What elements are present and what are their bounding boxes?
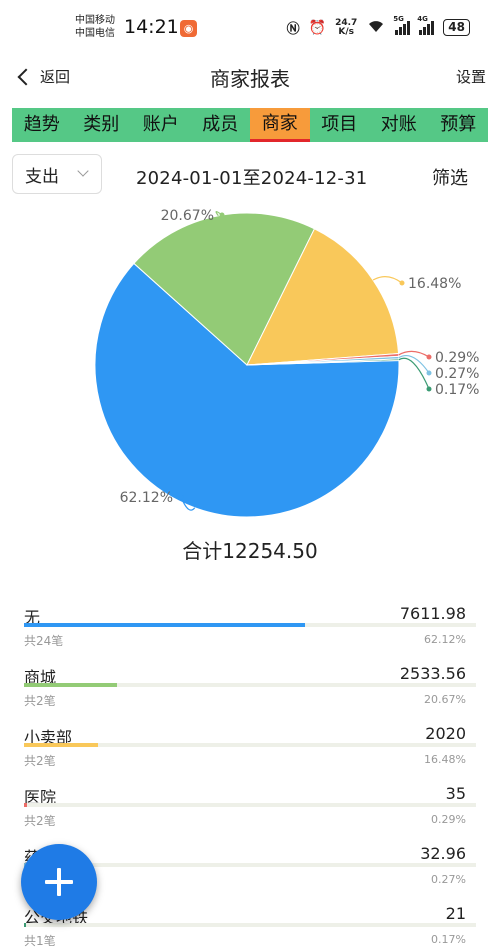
carrier-info: 中国移动 中国电信 <box>75 14 115 40</box>
pie-label-dot <box>399 280 405 286</box>
carrier-2: 中国电信 <box>75 28 115 39</box>
pie-percent-label: 20.67% <box>161 208 214 224</box>
net-speed: 24.7 K/s <box>335 18 357 37</box>
app-notification-icon: ◉ <box>180 20 197 37</box>
record-count: 共2笔 <box>24 754 56 768</box>
list-item[interactable]: 小卖部 2020 共2笔 16.48% <box>0 718 500 778</box>
tab-reconcile[interactable]: 对账 <box>369 108 429 142</box>
merchant-percent: 62.12% <box>424 633 466 646</box>
pie-chart-svg: 62.12% 20.67% 16.48% 0.29%0.27%0.17% <box>94 208 479 518</box>
merchant-amount: 35 <box>445 784 466 803</box>
merchant-amount: 21 <box>445 904 466 923</box>
merchant-amount: 7611.98 <box>399 604 466 623</box>
navbar: 返回 商家报表 设置 <box>0 56 500 100</box>
list-item[interactable]: 商城 2533.56 共2笔 20.67% <box>0 658 500 718</box>
status-bar: 中国移动 中国电信 14:21 ◉ Ⓝ ⏰ 24.7 K/s 5G 4G 48 <box>0 0 500 56</box>
pie-percent-label: 0.27% <box>435 366 479 382</box>
list-item[interactable]: 无 7611.98 共24笔 62.12% <box>0 598 500 658</box>
add-record-button[interactable] <box>21 844 97 920</box>
merchant-percent: 0.27% <box>431 873 466 886</box>
status-icons: Ⓝ ⏰ 24.7 K/s 5G 4G 48 <box>286 15 470 37</box>
pie-percent-label: 62.12% <box>120 490 173 506</box>
merchant-amount: 2020 <box>425 724 466 743</box>
pie-percent-label: 16.48% <box>408 276 461 292</box>
tab-merchant[interactable]: 商家 <box>250 108 310 142</box>
chevron-down-icon <box>77 165 89 177</box>
settings-button[interactable]: 设置 <box>456 66 486 87</box>
merchant-amount: 2533.56 <box>399 664 466 683</box>
merchant-percent: 0.29% <box>431 813 466 826</box>
merchant-amount: 32.96 <box>420 844 466 863</box>
tab-member[interactable]: 成员 <box>191 108 251 142</box>
total-amount: 合计12254.50 <box>182 539 318 563</box>
pie-label-dot <box>178 494 184 500</box>
pie-chart: 62.12% 20.67% 16.48% 0.29% 0.27% 0.17% <box>0 200 500 520</box>
progress-fill <box>24 803 27 807</box>
pie-label-dot <box>426 370 432 376</box>
pie-label-dot <box>219 212 225 218</box>
merchant-percent: 20.67% <box>424 693 466 706</box>
tab-account[interactable]: 账户 <box>131 108 191 142</box>
pie-percent-label: 0.29% <box>435 350 479 366</box>
signal-1-icon: 5G <box>393 15 411 35</box>
pie-percent-label: 0.17% <box>435 382 479 398</box>
progress-track <box>24 923 476 927</box>
merchant-percent: 0.17% <box>431 933 466 946</box>
progress-fill <box>24 743 99 747</box>
record-count: 共2笔 <box>24 694 56 708</box>
progress-fill <box>24 623 305 627</box>
signal-1-label: 5G <box>393 14 404 23</box>
signal-2-icon: 4G <box>417 15 435 35</box>
page-title: 商家报表 <box>210 67 290 91</box>
report-tabs: 趋势 类别 账户 成员 商家 项目 对账 预算 <box>12 108 488 142</box>
merchant-percent: 16.48% <box>424 753 466 766</box>
clock: 14:21 <box>124 16 179 38</box>
record-count: 共2笔 <box>24 814 56 828</box>
alarm-icon: ⏰ <box>308 19 327 36</box>
date-range[interactable]: 2024-01-01至2024-12-31 <box>136 164 367 190</box>
record-count: 共24笔 <box>24 634 64 648</box>
battery-icon: 48 <box>443 19 470 36</box>
progress-track <box>24 743 476 747</box>
tab-project[interactable]: 项目 <box>310 108 370 142</box>
carrier-1: 中国移动 <box>75 15 115 26</box>
pie-label-dot <box>426 354 432 360</box>
tab-budget[interactable]: 预算 <box>429 108 489 142</box>
progress-track <box>24 803 476 807</box>
type-select[interactable]: 支出 <box>12 154 102 194</box>
tab-category[interactable]: 类别 <box>72 108 132 142</box>
progress-fill <box>24 683 118 687</box>
signal-2-label: 4G <box>417 14 428 23</box>
progress-fill <box>24 923 27 927</box>
type-select-value: 支出 <box>25 166 59 187</box>
tab-trend[interactable]: 趋势 <box>12 108 72 142</box>
pie-leader-line <box>372 276 403 284</box>
net-speed-unit: K/s <box>338 26 354 37</box>
progress-track <box>24 623 476 627</box>
pie-leader-line <box>398 357 430 390</box>
wifi-icon <box>366 19 386 36</box>
pie-label-dot <box>426 386 432 392</box>
record-count: 共1笔 <box>24 934 56 948</box>
nfc-icon: Ⓝ <box>286 22 300 37</box>
progress-track <box>24 683 476 687</box>
list-item[interactable]: 医院 35 共2笔 0.29% <box>0 778 500 838</box>
filter-button[interactable]: 筛选 <box>432 164 468 190</box>
